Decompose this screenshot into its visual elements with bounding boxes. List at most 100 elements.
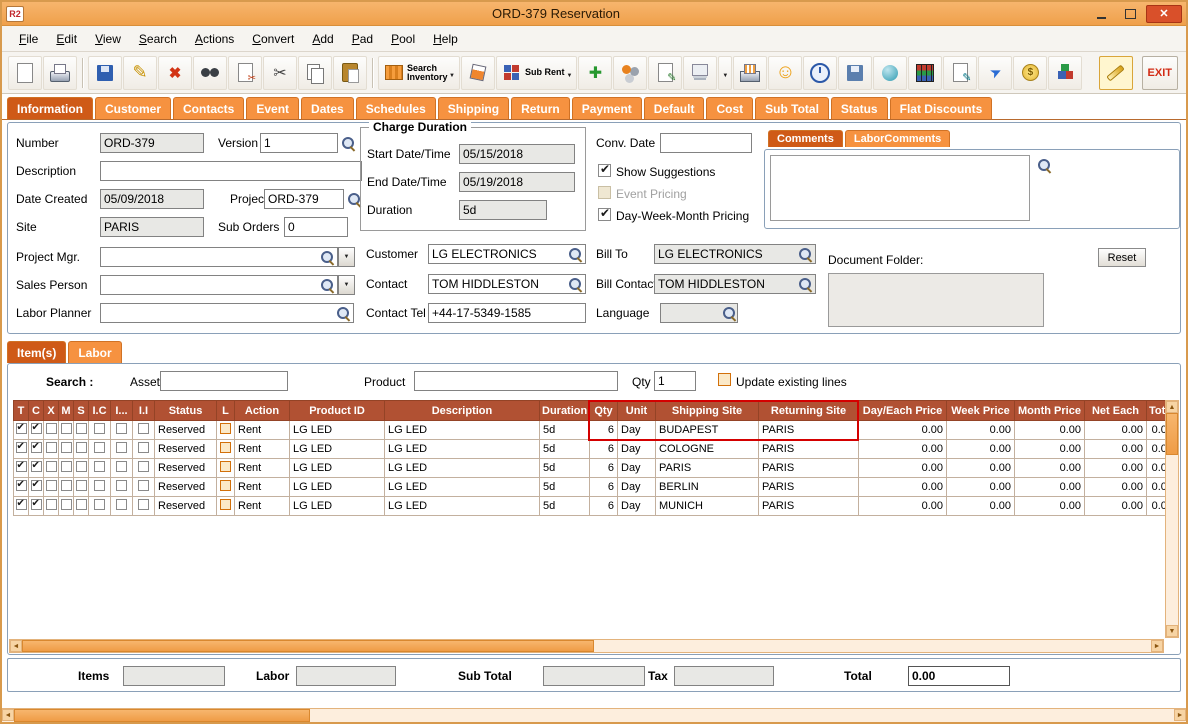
row-checkbox[interactable] (15, 441, 27, 453)
contact-search-icon[interactable] (568, 277, 583, 292)
row-l-checkbox[interactable] (220, 480, 231, 491)
show-suggestions-checkbox[interactable] (598, 162, 611, 177)
cell-returning-site[interactable]: PARIS (758, 496, 859, 516)
search-inventory-button[interactable]: Search Inventory (378, 55, 460, 90)
cell-description[interactable]: LG LED (384, 439, 540, 459)
row-checkbox[interactable] (15, 479, 27, 491)
labor-planner-field[interactable] (100, 303, 354, 323)
dropdown-arrow-icon[interactable] (449, 66, 455, 80)
column-header[interactable]: Action (234, 400, 290, 421)
checkbox-cell[interactable] (43, 439, 59, 459)
row-checkbox[interactable] (75, 499, 87, 510)
checkbox-cell[interactable] (43, 477, 59, 497)
cell-product-id[interactable]: LG LED (289, 496, 385, 516)
row-checkbox[interactable] (75, 423, 87, 434)
cell-returning-site[interactable]: PARIS (758, 458, 859, 478)
row-checkbox[interactable] (94, 480, 105, 491)
cell-status[interactable]: Reserved (154, 458, 217, 478)
column-header[interactable]: Product ID (289, 400, 385, 421)
checkbox-cell[interactable] (43, 496, 59, 516)
contact-tel-field[interactable] (428, 303, 586, 323)
sales-person-search-icon[interactable] (320, 278, 335, 293)
cut-document-button[interactable] (228, 55, 262, 90)
column-header[interactable]: Week Price (946, 400, 1015, 421)
row-checkbox[interactable] (60, 461, 72, 472)
barcode-print-button[interactable] (733, 55, 768, 90)
column-header[interactable]: Day/Each Price (858, 400, 947, 421)
cell-qty[interactable]: 6 (589, 458, 618, 478)
tab-payment[interactable]: Payment (571, 97, 642, 119)
row-checkbox[interactable] (60, 499, 72, 510)
cell-shipping-site[interactable]: COLOGNE (655, 439, 759, 459)
column-header[interactable]: Net Each (1084, 400, 1147, 421)
items-total-field[interactable] (123, 666, 225, 686)
checkbox-cell[interactable] (73, 420, 89, 440)
column-header[interactable]: I.I (132, 400, 155, 421)
cell-description[interactable]: LG LED (384, 420, 540, 440)
row-checkbox[interactable] (45, 480, 57, 491)
comments-search-icon[interactable] (1037, 158, 1052, 173)
document-folder-box[interactable] (828, 273, 1044, 327)
cell-qty[interactable]: 6 (589, 439, 618, 459)
row-checkbox[interactable] (94, 499, 105, 510)
row-checkbox[interactable] (94, 423, 105, 434)
date-created-field[interactable] (100, 189, 204, 209)
cell-action[interactable]: Rent (234, 439, 290, 459)
checkbox-cell[interactable] (73, 496, 89, 516)
row-checkbox[interactable] (30, 498, 42, 510)
customer-search-icon[interactable] (568, 247, 583, 262)
cell-status[interactable]: Reserved (154, 477, 217, 497)
qty-input[interactable] (654, 371, 696, 391)
cell-unit[interactable]: Day (617, 439, 656, 459)
labor-planner-search-icon[interactable] (336, 306, 351, 321)
row-checkbox[interactable] (116, 480, 127, 491)
column-header[interactable]: Shipping Site (655, 400, 759, 421)
cut-button[interactable] (263, 55, 297, 90)
tab-contacts[interactable]: Contacts (173, 97, 245, 119)
menu-edit[interactable]: Edit (47, 29, 86, 49)
cell-product-id[interactable]: LG LED (289, 439, 385, 459)
column-header[interactable]: S (73, 400, 89, 421)
cell-qty[interactable]: 6 (589, 477, 618, 497)
version-field[interactable] (260, 133, 338, 153)
row-l-checkbox[interactable] (220, 442, 231, 453)
tab-schedules[interactable]: Schedules (355, 97, 436, 119)
row-checkbox[interactable] (138, 480, 149, 491)
item-row[interactable]: ReservedRentLG LEDLG LED5d6DayBERLINPARI… (13, 477, 1177, 497)
cell-unit[interactable]: Day (617, 458, 656, 478)
checkbox-cell[interactable] (132, 477, 155, 497)
row-checkbox[interactable] (138, 442, 149, 453)
cell-qty[interactable]: 6 (589, 496, 618, 516)
clock-button[interactable] (803, 55, 838, 90)
column-header[interactable]: C (28, 400, 44, 421)
sub-total-field[interactable] (543, 666, 645, 686)
cell-action[interactable]: Rent (234, 458, 290, 478)
cell-shipping-site[interactable]: BUDAPEST (655, 420, 759, 440)
menu-pad[interactable]: Pad (343, 29, 382, 49)
row-checkbox[interactable] (94, 442, 105, 453)
tab-status[interactable]: Status (830, 97, 888, 119)
save-button[interactable] (88, 55, 122, 90)
form-edit-button[interactable] (943, 55, 978, 90)
cell-week-price[interactable]: 0.00 (946, 496, 1015, 516)
scroll-left-arrow[interactable] (10, 640, 22, 652)
row-l-checkbox[interactable] (220, 423, 231, 434)
find-button[interactable] (193, 55, 227, 90)
row-checkbox[interactable] (15, 422, 27, 434)
item-row[interactable]: ReservedRentLG LEDLG LED5d6DayMUNICHPARI… (13, 496, 1177, 516)
cubes-button[interactable] (1048, 55, 1083, 90)
row-l-checkbox[interactable] (220, 499, 231, 510)
cell-duration[interactable]: 5d (539, 477, 590, 497)
close-button[interactable] (1146, 4, 1182, 23)
cell-description[interactable]: LG LED (384, 496, 540, 516)
checkbox-cell[interactable] (73, 439, 89, 459)
row-checkbox[interactable] (138, 461, 149, 472)
checkbox-cell[interactable] (58, 477, 74, 497)
cell-duration[interactable]: 5d (539, 458, 590, 478)
tab-labor[interactable]: Labor (68, 341, 122, 363)
menu-help[interactable]: Help (424, 29, 467, 49)
row-checkbox[interactable] (75, 442, 87, 453)
project-mgr-search-icon[interactable] (320, 250, 335, 265)
cell-week-price[interactable]: 0.00 (946, 477, 1015, 497)
cell-product-id[interactable]: LG LED (289, 458, 385, 478)
